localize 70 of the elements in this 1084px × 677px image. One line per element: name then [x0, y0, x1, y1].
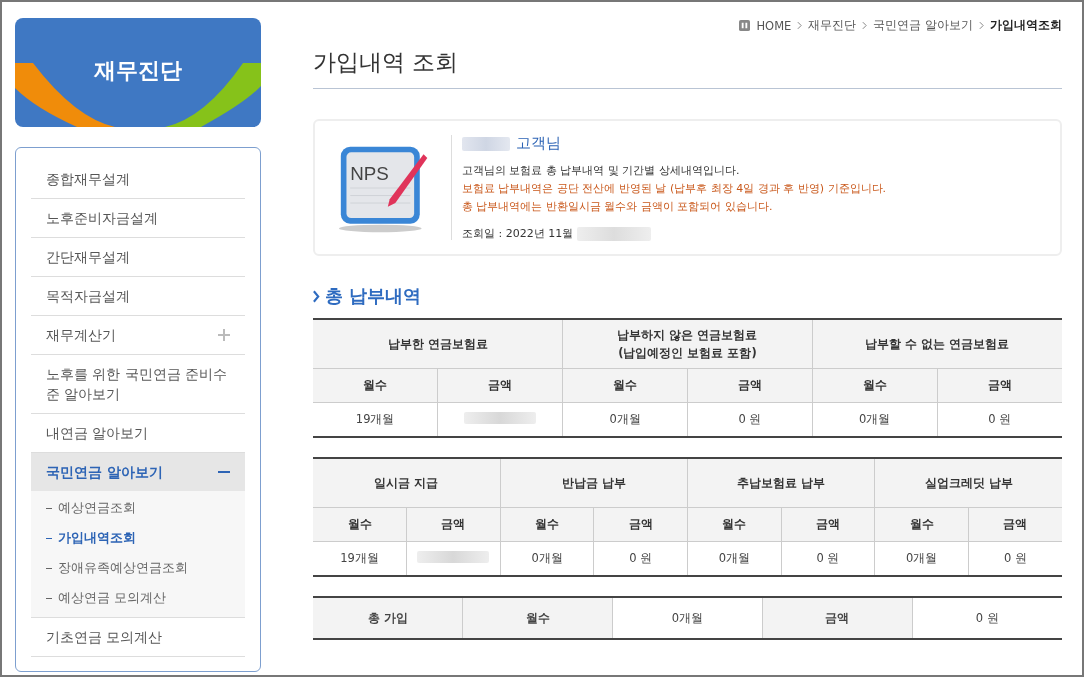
- table-cell: 0개월: [905, 551, 938, 565]
- menu-item[interactable]: 종합재무설계: [31, 160, 245, 199]
- document-icon: [338, 146, 422, 232]
- customer-name: 고객님: [516, 134, 561, 153]
- column-header: 월수: [687, 507, 782, 542]
- query-date: 조회일 : 2022년 11월: [462, 226, 574, 241]
- group-header: 실업크레딧 납부: [874, 458, 1062, 508]
- column-header: 금액: [781, 507, 875, 542]
- info-text: 고객님의 보험료 총 납부내역 및 기간별 상세내역입니다.: [462, 163, 741, 178]
- info-text: 보험료 납부내역은 공단 전산에 반영된 날 (납부후 최장 4일 경과 후 반영) 기준입니다.: [462, 181, 887, 196]
- menu-item[interactable]: 노후를 위한 국민연금 준비수준 알아보기: [31, 355, 245, 414]
- column-header: 금액: [593, 507, 688, 542]
- group-header: 납부할 수 없는 연금보험료: [812, 319, 1062, 369]
- table-cell: 19개월: [355, 412, 395, 426]
- section-title: 총 납부내역: [325, 284, 422, 308]
- column-header: 금액: [406, 507, 501, 542]
- breadcrumb-link[interactable]: 국민연금 알아보기: [873, 18, 973, 33]
- chevron-icon: [979, 21, 984, 30]
- icon-label: NPS: [350, 163, 389, 184]
- table-cell: 0 원: [816, 551, 840, 565]
- table-cell: 0 원: [912, 597, 1062, 639]
- group-header: 납부한 연금보험료: [313, 319, 563, 369]
- redacted-name: [462, 136, 510, 151]
- submenu-item[interactable]: 가입내역조회: [31, 523, 245, 553]
- column-header: 월수: [500, 507, 594, 542]
- info-text: 총 납부내역에는 반환일시금 월수와 금액이 포함되어 있습니다.: [462, 199, 774, 214]
- submenu-item[interactable]: 장애유족예상연금조회: [31, 553, 245, 583]
- table-cell: 0개월: [531, 551, 563, 565]
- group-header: 일시금 지급: [313, 458, 501, 508]
- banner-title: 재무진단: [93, 57, 183, 85]
- group-header: 납부하지 않은 연금보험료 (납입예정인 보험료 포함): [562, 319, 813, 369]
- breadcrumb-link[interactable]: 재무진단: [808, 18, 857, 33]
- table-cell: 0개월: [859, 412, 891, 426]
- column-header: 금액: [437, 368, 563, 403]
- table-cell: 총 가입: [313, 597, 463, 639]
- table-cell: 19개월: [340, 551, 379, 565]
- column-header: 월수: [313, 507, 407, 542]
- table-cell: 월수: [462, 597, 613, 639]
- menu-item[interactable]: 재무계산기: [31, 316, 245, 355]
- group-header: 반납금 납부: [500, 458, 688, 508]
- menu-item[interactable]: 국민연금 알아보기: [31, 453, 245, 491]
- chevron-icon: [797, 21, 803, 30]
- pencil-icon: [387, 153, 428, 207]
- menu-item[interactable]: 기초연금 모의계산: [31, 618, 245, 657]
- page-title: 가입내역 조회: [313, 47, 1062, 89]
- column-header: 월수: [812, 368, 938, 403]
- table-cell: 0개월: [609, 412, 641, 426]
- table-cell: 0 원: [738, 412, 762, 426]
- column-header: 월수: [562, 368, 688, 403]
- home-icon: [739, 20, 751, 31]
- submenu-item[interactable]: 예상연금 모의계산: [31, 583, 245, 613]
- table-cell: 0 원: [1003, 551, 1027, 565]
- group-header: 추납보험료 납부: [687, 458, 875, 508]
- chevron-icon: [862, 21, 868, 30]
- breadcrumb-link[interactable]: HOME: [756, 18, 792, 33]
- menu-item[interactable]: 노후준비자금설계: [31, 199, 245, 238]
- table-cell: 0개월: [718, 551, 750, 565]
- submenu-item[interactable]: 예상연금조회: [31, 493, 245, 523]
- column-header: 금액: [937, 368, 1062, 403]
- expand-icon: [218, 329, 230, 341]
- menu-item[interactable]: 간단재무설계: [31, 238, 245, 277]
- table-cell: 0 원: [988, 412, 1012, 426]
- table-cell: 0 원: [629, 551, 653, 565]
- column-header: 월수: [313, 368, 438, 403]
- menu-item[interactable]: 목적자금설계: [31, 277, 245, 316]
- column-header: 월수: [874, 507, 969, 542]
- table-cell: 금액: [762, 597, 913, 639]
- chevron-icon: [313, 289, 320, 303]
- column-header: 금액: [968, 507, 1062, 542]
- column-header: 금액: [687, 368, 813, 403]
